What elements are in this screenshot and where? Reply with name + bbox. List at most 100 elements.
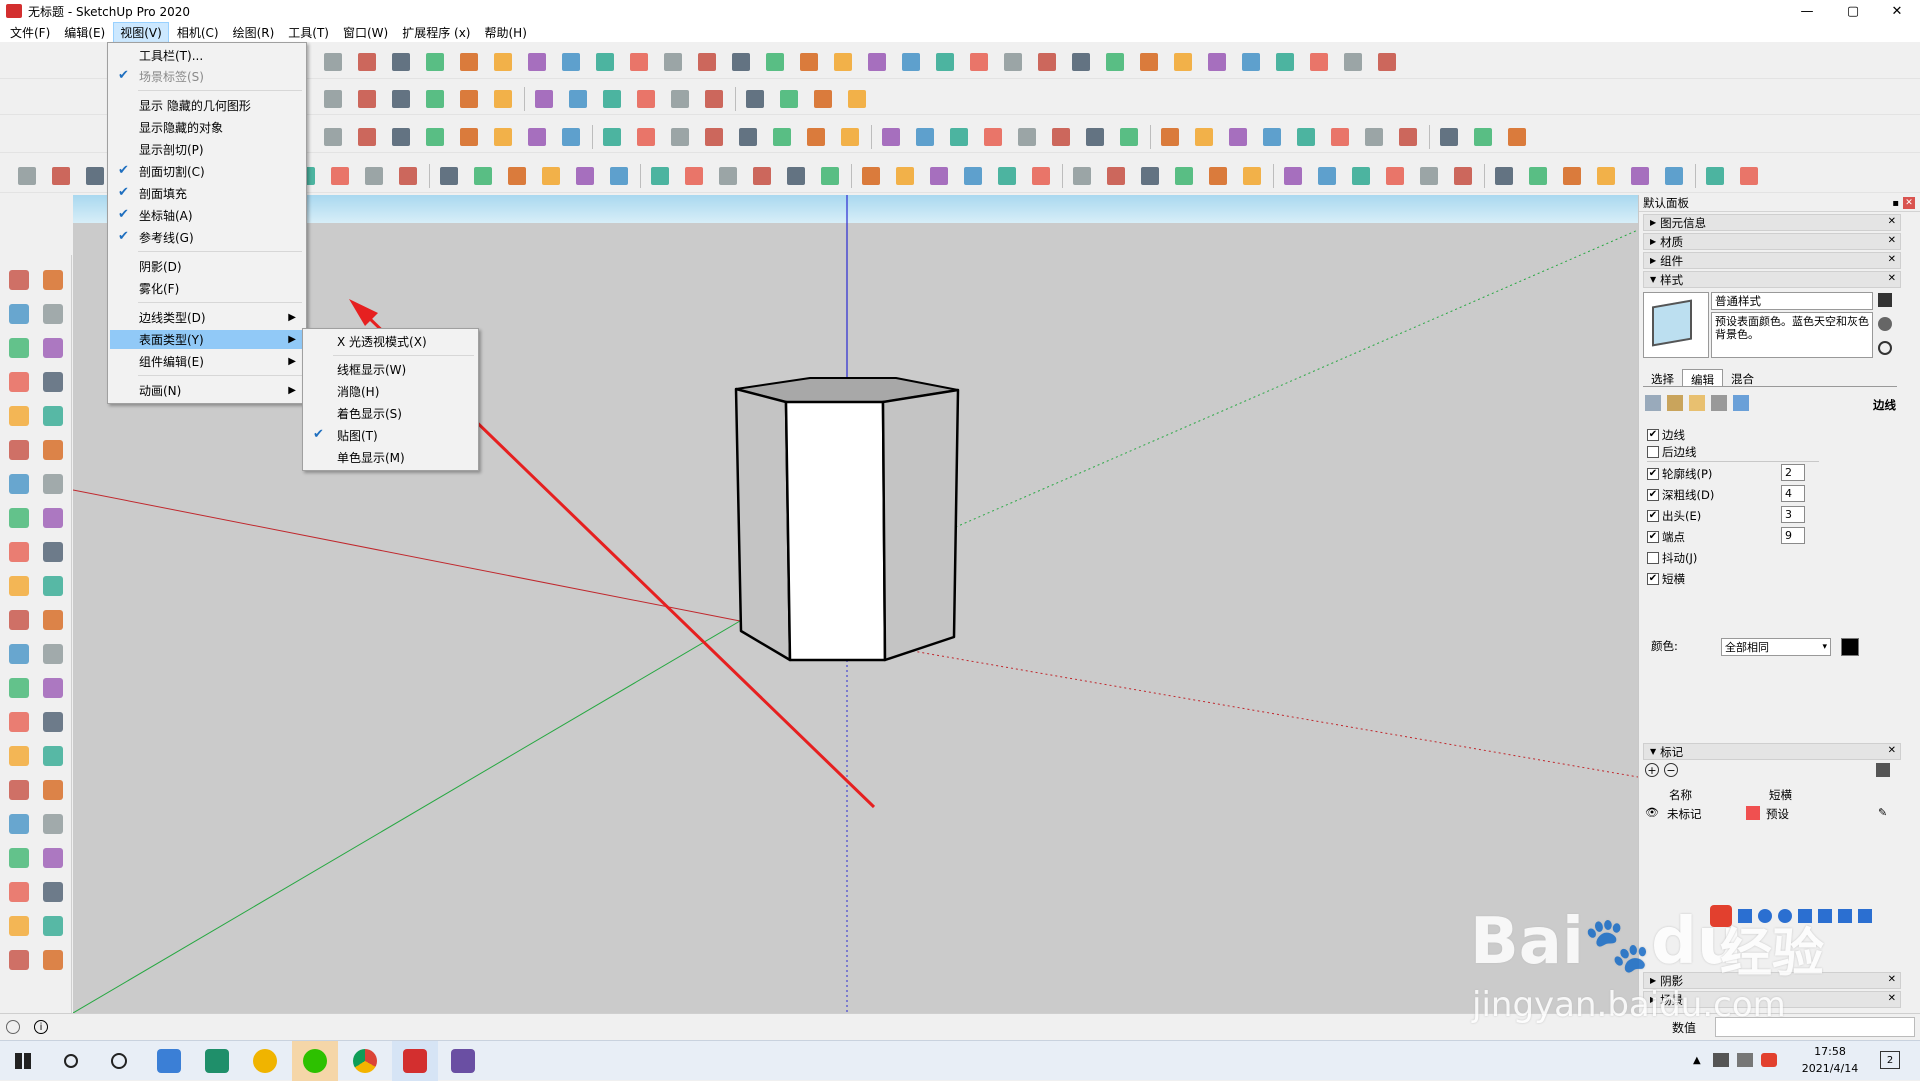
- view-menu-section-planes[interactable]: 显示剖切(P): [110, 140, 304, 159]
- face-style-hidden-line[interactable]: 消隐(H): [305, 382, 476, 401]
- toolbar-tool-icon[interactable]: [1157, 124, 1183, 150]
- select-icon[interactable]: [40, 607, 66, 633]
- tab-edit[interactable]: 编辑: [1682, 369, 1723, 387]
- circle-icon[interactable]: [40, 709, 66, 735]
- endpoints-checkbox[interactable]: ✔ 端点: [1647, 529, 1685, 545]
- scale-icon[interactable]: [6, 437, 32, 463]
- toolbar-tool-icon[interactable]: [436, 163, 462, 189]
- ime-punct-icon[interactable]: [1758, 909, 1772, 923]
- style-description-field[interactable]: 预设表面颜色。蓝色天空和灰色背景色。: [1711, 312, 1873, 358]
- view-menu-section-cuts[interactable]: ✔ 剖面切割(C): [110, 162, 304, 181]
- toolbar-tool-icon[interactable]: [796, 49, 822, 75]
- toolbar-tool-icon[interactable]: [1204, 49, 1230, 75]
- hexagonal-prism[interactable]: [734, 377, 960, 662]
- toolbar-tool-icon[interactable]: [1136, 49, 1162, 75]
- toolbar-tool-icon[interactable]: [456, 124, 482, 150]
- rectangle-icon[interactable]: [6, 709, 32, 735]
- profiles-width-input[interactable]: 2: [1781, 464, 1805, 481]
- ime-keyboard-icon[interactable]: [1818, 909, 1832, 923]
- toolbar-tool-icon[interactable]: [572, 163, 598, 189]
- info-icon[interactable]: i: [34, 1020, 48, 1034]
- toolbar-tool-icon[interactable]: [388, 49, 414, 75]
- view-menu-guides[interactable]: ✔ 参考线(G): [110, 228, 304, 247]
- toolbar-tool-icon[interactable]: [1627, 163, 1653, 189]
- push-pull-icon[interactable]: [40, 369, 66, 395]
- modeling-settings-icon[interactable]: [1733, 395, 1749, 411]
- computer-app-icon[interactable]: [146, 1041, 192, 1081]
- arc-icon[interactable]: [40, 675, 66, 701]
- menu-file[interactable]: 文件(F): [4, 23, 56, 42]
- watermark-settings-icon[interactable]: [1711, 395, 1727, 411]
- rotate-icon[interactable]: [6, 777, 32, 803]
- toolbar-tool-icon[interactable]: [504, 163, 530, 189]
- toolbar-tool-icon[interactable]: [776, 86, 802, 112]
- look-around-icon[interactable]: [40, 913, 66, 939]
- face-style-wireframe[interactable]: 线框显示(W): [305, 360, 476, 379]
- maximize-button[interactable]: ▢: [1830, 0, 1876, 22]
- pin-icon[interactable]: ▪: [1892, 198, 1899, 209]
- pan-icon[interactable]: [6, 505, 32, 531]
- chrome-app-icon[interactable]: [342, 1041, 388, 1081]
- toolbar-tool-icon[interactable]: [1340, 49, 1366, 75]
- clock-date[interactable]: 2021/4/14: [1795, 1062, 1865, 1075]
- zoom-extents-icon[interactable]: [6, 539, 32, 565]
- ime-chinese-icon[interactable]: [1738, 909, 1752, 923]
- toolbar-tool-icon[interactable]: [1661, 163, 1687, 189]
- tag-color-swatch[interactable]: [1746, 806, 1760, 820]
- geo-location-icon[interactable]: [6, 1020, 20, 1034]
- toolbar-tool-icon[interactable]: [1416, 163, 1442, 189]
- rotate-icon[interactable]: [40, 403, 66, 429]
- toolbar-tool-icon[interactable]: [810, 86, 836, 112]
- menu-draw[interactable]: 绘图(R): [227, 23, 281, 42]
- menu-help[interactable]: 帮助(H): [478, 23, 532, 42]
- edge-color-swatch[interactable]: [1841, 638, 1859, 656]
- panel-tags[interactable]: ▼ 标记 ✕: [1643, 743, 1901, 760]
- 3d-warehouse-icon[interactable]: [6, 607, 32, 633]
- toolbar-tool-icon[interactable]: [320, 124, 346, 150]
- toolbar-tool-icon[interactable]: [361, 163, 387, 189]
- view-menu-toolbars[interactable]: 工具栏(T)...: [110, 46, 304, 65]
- view-menu-hidden-objects[interactable]: 显示隐藏的对象: [110, 118, 304, 137]
- toolbar-tool-icon[interactable]: [558, 49, 584, 75]
- toolbar-tool-icon[interactable]: [633, 86, 659, 112]
- toolbar-tool-icon[interactable]: [1293, 124, 1319, 150]
- toolbar-tool-icon[interactable]: [1280, 163, 1306, 189]
- tag-row-name[interactable]: 未标记: [1667, 806, 1702, 822]
- measurements-input[interactable]: [1715, 1017, 1915, 1037]
- refresh-icon[interactable]: [1878, 341, 1892, 355]
- toolbar-tool-icon[interactable]: [1225, 124, 1251, 150]
- toolbar-tool-icon[interactable]: [762, 49, 788, 75]
- view-menu-scene-tabs[interactable]: ✔ 场景标签(S): [110, 67, 304, 86]
- eraser-icon[interactable]: [40, 267, 66, 293]
- toolbar-tool-icon[interactable]: [1170, 49, 1196, 75]
- close-tray-icon[interactable]: ✕: [1903, 197, 1915, 209]
- line-icon[interactable]: [6, 675, 32, 701]
- toolbar-tool-icon[interactable]: [1116, 124, 1142, 150]
- extension-input[interactable]: 3: [1781, 506, 1805, 523]
- minimize-button[interactable]: —: [1784, 0, 1830, 22]
- toolbar-tool-icon[interactable]: [1491, 163, 1517, 189]
- extension-checkbox[interactable]: ✔ 出头(E): [1647, 508, 1701, 524]
- browser-app-icon[interactable]: [242, 1041, 288, 1081]
- toolbar-tool-icon[interactable]: [1470, 124, 1496, 150]
- walk-icon[interactable]: [6, 913, 32, 939]
- update-style-icon[interactable]: [1878, 317, 1892, 331]
- toolbar-tool-icon[interactable]: [422, 49, 448, 75]
- 3d-warehouse-icon[interactable]: [40, 947, 66, 973]
- clock-time[interactable]: 17:58: [1800, 1045, 1860, 1058]
- toolbar-tool-icon[interactable]: [1102, 49, 1128, 75]
- toolbar-tool-icon[interactable]: [660, 49, 686, 75]
- toolbar-tool-icon[interactable]: [422, 86, 448, 112]
- toolbar-tool-icon[interactable]: [592, 49, 618, 75]
- panel-components[interactable]: ▶ 组件 ✕: [1643, 252, 1901, 269]
- wechat-app-icon[interactable]: [292, 1041, 338, 1081]
- toolbar-tool-icon[interactable]: [735, 124, 761, 150]
- panel-shadows[interactable]: ▶ 阴影 ✕: [1643, 972, 1901, 989]
- toolbar-tool-icon[interactable]: [1361, 124, 1387, 150]
- toolbar-tool-icon[interactable]: [1314, 163, 1340, 189]
- add-tag-icon[interactable]: +: [1645, 763, 1659, 777]
- toolbar-tool-icon[interactable]: [1259, 124, 1285, 150]
- toolbar-tool-icon[interactable]: [1436, 124, 1462, 150]
- toolbar-tool-icon[interactable]: [388, 86, 414, 112]
- toolbar-tool-icon[interactable]: [1082, 124, 1108, 150]
